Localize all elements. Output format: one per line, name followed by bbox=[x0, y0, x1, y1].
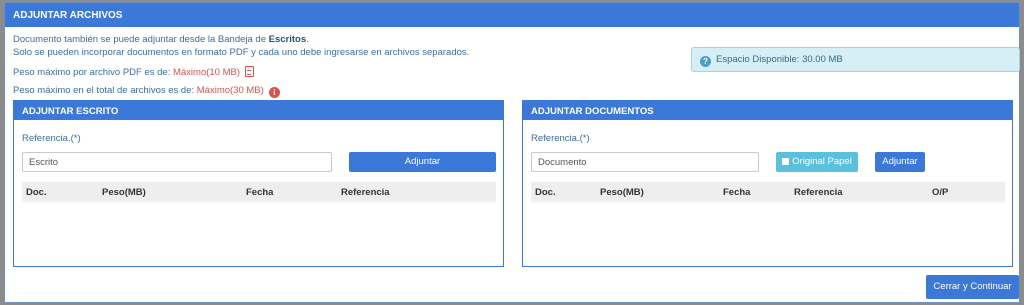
documentos-col-doc: Doc. bbox=[535, 187, 556, 198]
available-space-label: Espacio Disponible: 30.00 MB bbox=[716, 54, 843, 65]
documentos-col-op: O/P bbox=[932, 187, 949, 198]
escritos-link[interactable]: Escritos bbox=[269, 34, 307, 45]
documentos-reference-input[interactable]: Documento bbox=[531, 152, 759, 172]
original-papel-button[interactable]: Original Papel bbox=[776, 152, 858, 172]
max-file-value: Máximo(10 MB) bbox=[172, 67, 241, 78]
checkbox-icon bbox=[782, 157, 790, 165]
escrito-col-fecha: Fecha bbox=[246, 187, 274, 198]
escrito-reference-input[interactable]: Escrito bbox=[22, 152, 332, 172]
max-total-label: Peso máximo en el total de archivos es d… bbox=[13, 85, 197, 96]
escrito-adjuntar-button[interactable]: Adjuntar bbox=[349, 152, 496, 172]
documentos-panel: ADJUNTAR DOCUMENTOS Referencia.(*) Docum… bbox=[522, 100, 1013, 267]
info-line-bandeja: Documento también se puede adjuntar desd… bbox=[13, 34, 309, 45]
info-line-bandeja-text: Documento también se puede adjuntar desd… bbox=[13, 34, 269, 45]
close-continue-button[interactable]: Cerrar y Continuar bbox=[926, 275, 1019, 299]
escrito-table-header: Doc. Peso(MB) Fecha Referencia bbox=[22, 182, 496, 201]
pdf-file-icon bbox=[245, 66, 255, 77]
escrito-col-peso: Peso(MB) bbox=[102, 187, 146, 198]
documentos-panel-title: ADJUNTAR DOCUMENTOS bbox=[523, 101, 1012, 120]
escrito-table-body bbox=[22, 201, 496, 203]
documentos-reference-label: Referencia.(*) bbox=[531, 133, 590, 144]
documentos-table-header: Doc. Peso(MB) Fecha Referencia O/P bbox=[531, 182, 1005, 201]
available-space-box: ? Espacio Disponible: 30.00 MB bbox=[691, 47, 1020, 72]
documentos-table-body bbox=[531, 201, 1005, 203]
escrito-col-referencia: Referencia bbox=[341, 187, 390, 198]
info-line-bandeja-suffix: . bbox=[306, 34, 309, 45]
documentos-adjuntar-button[interactable]: Adjuntar bbox=[875, 152, 925, 172]
escrito-panel: ADJUNTAR ESCRITO Referencia.(*) Escrito … bbox=[13, 100, 504, 267]
attach-files-modal: ADJUNTAR ARCHIVOS Documento también se p… bbox=[4, 2, 1020, 303]
modal-title: ADJUNTAR ARCHIVOS bbox=[5, 3, 1019, 27]
info-line-max-file: Peso máximo por archivo PDF es de: Máxim… bbox=[13, 66, 255, 78]
escrito-col-doc: Doc. bbox=[26, 187, 47, 198]
escrito-reference-label: Referencia.(*) bbox=[22, 133, 81, 144]
documentos-col-fecha: Fecha bbox=[723, 187, 751, 198]
original-papel-label: Original Papel bbox=[792, 156, 852, 167]
max-total-value: Máximo(30 MB) bbox=[196, 85, 264, 96]
escrito-panel-title: ADJUNTAR ESCRITO bbox=[14, 101, 503, 120]
max-file-label: Peso máximo por archivo PDF es de: bbox=[13, 67, 173, 78]
alert-icon: i bbox=[268, 87, 280, 98]
info-line-max-total: Peso máximo en el total de archivos es d… bbox=[13, 85, 280, 98]
documentos-col-peso: Peso(MB) bbox=[600, 187, 644, 198]
question-icon: ? bbox=[700, 56, 711, 67]
info-line-pdf-rule: Solo se pueden incorporar documentos en … bbox=[13, 47, 470, 58]
documentos-col-referencia: Referencia bbox=[794, 187, 843, 198]
